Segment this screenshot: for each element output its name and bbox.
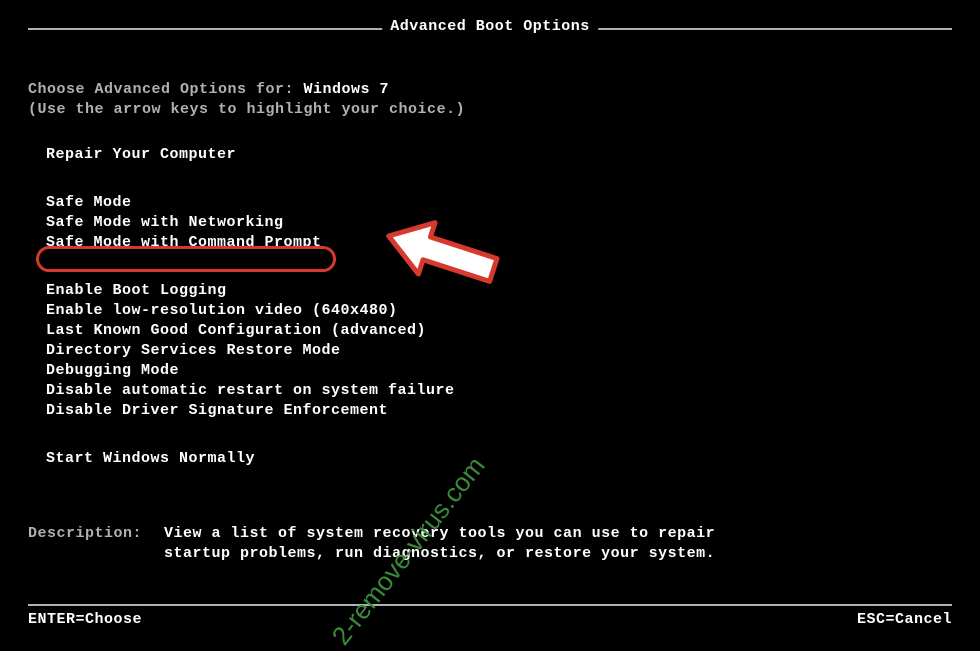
menu-item-disable-driver-sig[interactable]: Disable Driver Signature Enforcement — [46, 401, 455, 421]
instruction-sub: (Use the arrow keys to highlight your ch… — [28, 101, 465, 118]
boot-menu[interactable]: Repair Your Computer Safe Mode Safe Mode… — [46, 145, 455, 497]
instruction-prefix: Choose Advanced Options for: — [28, 81, 304, 98]
description-text: View a list of system recovery tools you… — [164, 524, 724, 564]
menu-item-safe-mode-networking[interactable]: Safe Mode with Networking — [46, 213, 455, 233]
instruction-block: Choose Advanced Options for: Windows 7 (… — [28, 80, 465, 120]
footer-divider — [28, 604, 952, 606]
page-title: Advanced Boot Options — [382, 18, 598, 35]
menu-item-safe-mode[interactable]: Safe Mode — [46, 193, 455, 213]
menu-item-safe-mode-cmd[interactable]: Safe Mode with Command Prompt — [46, 233, 455, 253]
menu-item-last-known-good[interactable]: Last Known Good Configuration (advanced) — [46, 321, 455, 341]
menu-item-disable-auto-restart[interactable]: Disable automatic restart on system fail… — [46, 381, 455, 401]
menu-item-start-normally[interactable]: Start Windows Normally — [46, 449, 455, 469]
footer-esc-hint: ESC=Cancel — [857, 611, 952, 628]
description-block: Description: View a list of system recov… — [28, 524, 724, 564]
menu-item-ds-restore[interactable]: Directory Services Restore Mode — [46, 341, 455, 361]
menu-item-boot-logging[interactable]: Enable Boot Logging — [46, 281, 455, 301]
boot-screen: Advanced Boot Options Choose Advanced Op… — [0, 0, 980, 650]
menu-item-repair[interactable]: Repair Your Computer — [46, 145, 455, 165]
menu-item-debugging[interactable]: Debugging Mode — [46, 361, 455, 381]
footer-bar: ENTER=Choose ESC=Cancel — [28, 611, 952, 628]
os-name: Windows 7 — [304, 81, 390, 98]
menu-item-low-res[interactable]: Enable low-resolution video (640x480) — [46, 301, 455, 321]
description-label: Description: — [28, 524, 164, 564]
footer-enter-hint: ENTER=Choose — [28, 611, 142, 628]
